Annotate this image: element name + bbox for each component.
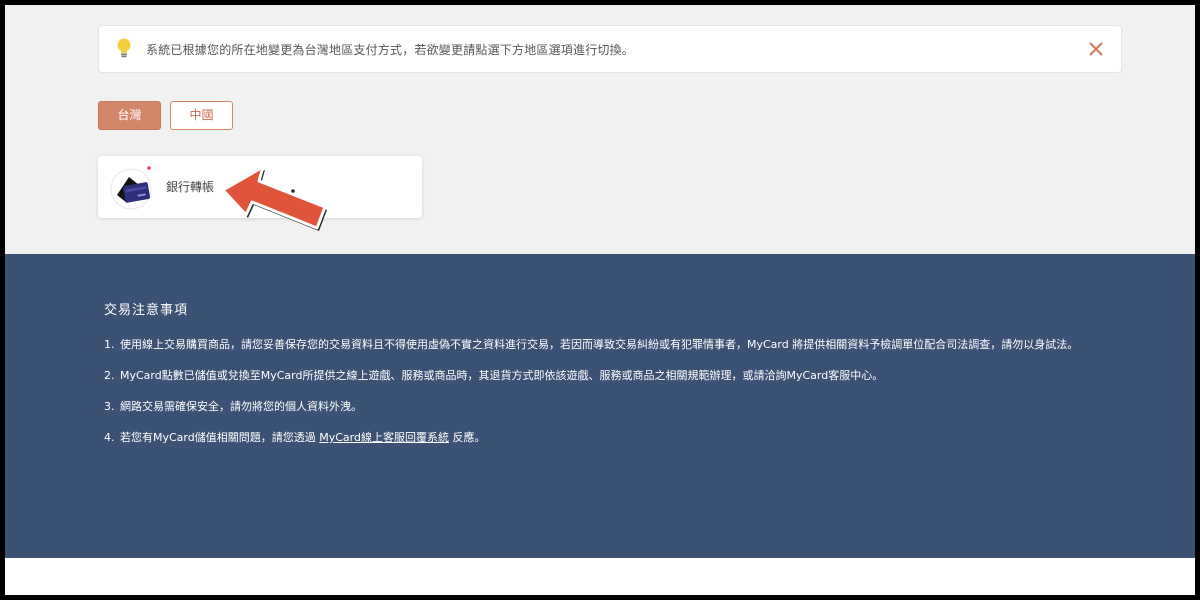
list-item: 1. 使用線上交易購買商品，請您妥善保存您的交易資料且不得使用虛偽不實之資料進行…	[104, 336, 1114, 353]
list-item: 2. MyCard點數已儲值或兌換至MyCard所提供之線上遊戲、服務或商品時，…	[104, 367, 1114, 384]
payment-selection-area: 系統已根據您的所在地變更為台灣地區支付方式，若欲變更請點選下方地區選項進行切換。…	[5, 5, 1195, 254]
close-icon[interactable]	[1087, 40, 1105, 58]
item-text: 網路交易需確保安全，請勿將您的個人資料外洩。	[120, 400, 362, 413]
notes-list: 1. 使用線上交易購買商品，請您妥善保存您的交易資料且不得使用虛偽不實之資料進行…	[104, 336, 1114, 460]
item-number: 2.	[104, 369, 115, 382]
page: 系統已根據您的所在地變更為台灣地區支付方式，若欲變更請點選下方地區選項進行切換。…	[5, 5, 1195, 595]
bank-card-icon	[110, 166, 152, 210]
customer-service-link[interactable]: MyCard線上客服回覆系統	[319, 431, 449, 444]
notes-title: 交易注意事項	[104, 303, 189, 318]
notice-text: 系統已根據您的所在地變更為台灣地區支付方式，若欲變更請點選下方地區選項進行切換。	[146, 43, 635, 57]
item-text: 反應。	[452, 431, 486, 444]
location-notice: 系統已根據您的所在地變更為台灣地區支付方式，若欲變更請點選下方地區選項進行切換。	[98, 25, 1122, 73]
payment-method-label: 銀行轉帳	[166, 180, 215, 194]
item-number: 1.	[104, 338, 115, 351]
region-tab-taiwan[interactable]: 台灣	[98, 101, 161, 130]
transaction-notes-section: 交易注意事項 1. 使用線上交易購買商品，請您妥善保存您的交易資料且不得使用虛偽…	[5, 254, 1195, 558]
list-item: 3. 網路交易需確保安全，請勿將您的個人資料外洩。	[104, 398, 1114, 415]
item-text: MyCard點數已儲值或兌換至MyCard所提供之線上遊戲、服務或商品時，其退貨…	[120, 369, 884, 382]
pointing-arrow-icon	[221, 165, 327, 231]
item-number: 3.	[104, 400, 115, 413]
item-number: 4.	[104, 431, 115, 444]
lightbulb-icon	[117, 38, 131, 58]
item-text: 若您有MyCard儲值相關問題，請您透過	[120, 431, 316, 444]
list-item: 4. 若您有MyCard儲值相關問題，請您透過 MyCard線上客服回覆系統 反…	[104, 429, 1114, 446]
region-tab-china[interactable]: 中國	[170, 101, 233, 130]
item-text: 使用線上交易購買商品，請您妥善保存您的交易資料且不得使用虛偽不實之資料進行交易，…	[120, 338, 1079, 351]
